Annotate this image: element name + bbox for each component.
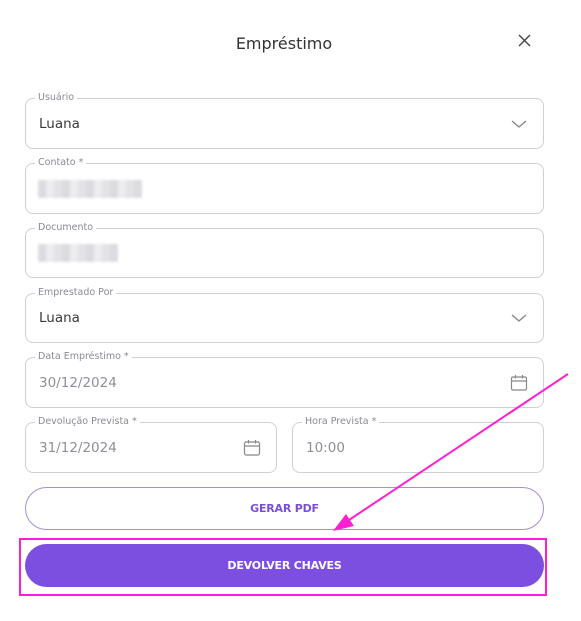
contato-redacted-value bbox=[38, 179, 142, 198]
data-emprestimo-label: Data Empréstimo * bbox=[35, 350, 132, 364]
close-icon[interactable] bbox=[514, 30, 536, 52]
devolucao-prevista-label: Devolução Prevista * bbox=[35, 415, 140, 429]
contato-label: Contato * bbox=[35, 156, 87, 170]
usuario-select[interactable]: Usuário Luana bbox=[25, 91, 544, 149]
documento-field[interactable]: Documento bbox=[25, 221, 544, 278]
emprestado-por-value: Luana bbox=[39, 310, 80, 326]
data-emprestimo-field[interactable]: Data Empréstimo * 30/12/2024 bbox=[25, 350, 544, 408]
devolucao-prevista-field[interactable]: Devolução Prevista * 31/12/2024 bbox=[25, 415, 277, 473]
chevron-down-icon[interactable] bbox=[509, 308, 529, 328]
emprestado-por-select[interactable]: Emprestado Por Luana bbox=[25, 286, 544, 343]
documento-label: Documento bbox=[35, 221, 97, 235]
chevron-down-icon[interactable] bbox=[509, 114, 529, 134]
calendar-icon[interactable] bbox=[242, 438, 262, 458]
dialog-header: Empréstimo bbox=[0, 0, 581, 90]
usuario-value: Luana bbox=[39, 115, 80, 132]
devolver-chaves-button[interactable]: DEVOLVER CHAVES bbox=[25, 544, 544, 587]
gerar-pdf-button[interactable]: GERAR PDF bbox=[25, 487, 544, 530]
hora-prevista-label: Hora Prevista * bbox=[302, 415, 380, 429]
calendar-icon[interactable] bbox=[509, 373, 529, 393]
usuario-label: Usuário bbox=[35, 91, 78, 105]
data-emprestimo-value: 30/12/2024 bbox=[39, 374, 117, 391]
contato-field[interactable]: Contato * bbox=[25, 156, 544, 214]
emprestado-por-label: Emprestado Por bbox=[35, 286, 117, 300]
documento-redacted-value bbox=[38, 244, 118, 262]
hora-prevista-field[interactable]: Hora Prevista * 10:00 bbox=[292, 415, 544, 473]
hora-prevista-value: 10:00 bbox=[306, 439, 345, 456]
dialog-title: Empréstimo bbox=[235, 34, 333, 53]
devolucao-prevista-value: 31/12/2024 bbox=[39, 439, 117, 456]
